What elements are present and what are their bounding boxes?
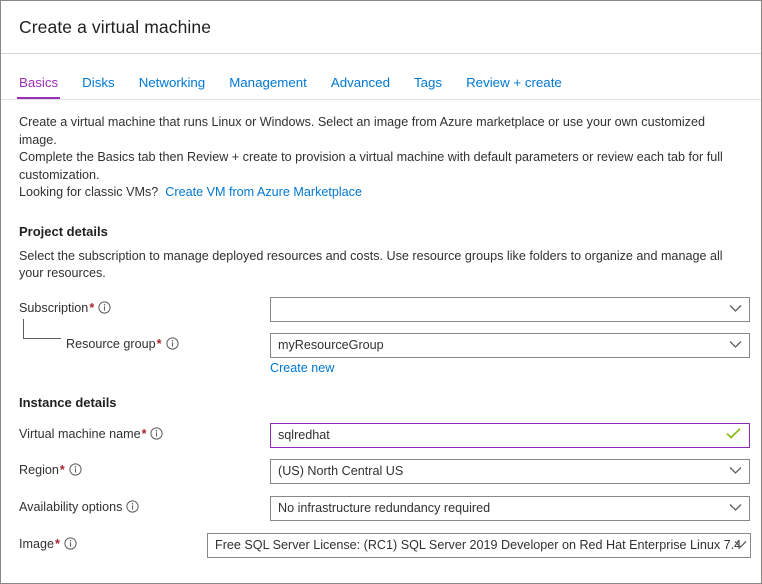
image-value: Free SQL Server License: (RC1) SQL Serve… (215, 538, 742, 552)
subscription-label: Subscription* (19, 297, 270, 317)
subscription-required-asterisk: * (89, 300, 95, 315)
image-control: Free SQL Server License: (RC1) SQL Serve… (207, 532, 751, 558)
subscription-row: Subscription* (19, 296, 750, 323)
classic-vm-question: Looking for classic VMs? (19, 185, 159, 199)
resource-group-required-asterisk: * (156, 336, 162, 351)
image-dropdown[interactable]: Free SQL Server License: (RC1) SQL Serve… (207, 532, 751, 558)
vm-name-row: Virtual machine name* sqlredhat (19, 422, 750, 449)
image-required-asterisk: * (55, 536, 60, 551)
project-details-title: Project details (19, 223, 108, 239)
availability-options-value: No infrastructure redundancy required (278, 501, 491, 515)
image-label-text: Image (19, 536, 55, 551)
availability-options-label: Availability options (19, 496, 270, 516)
info-icon[interactable] (126, 499, 139, 516)
create-vm-marketplace-link[interactable]: Create VM from Azure Marketplace (165, 185, 362, 199)
region-dropdown[interactable]: (US) North Central US (270, 458, 750, 484)
resource-group-dropdown[interactable]: myResourceGroup (270, 332, 750, 358)
nesting-connector (23, 318, 61, 339)
availability-options-label-text: Availability options (19, 499, 123, 514)
image-label: Image* (19, 533, 207, 553)
subscription-label-text: Subscription (19, 300, 89, 315)
blade-header: Create a virtual machine (1, 1, 761, 54)
tab-disks[interactable]: Disks (82, 75, 115, 99)
tab-advanced[interactable]: Advanced (331, 75, 390, 99)
tab-tags[interactable]: Tags (414, 75, 442, 99)
info-icon[interactable] (98, 300, 111, 317)
chevron-down-icon (729, 338, 742, 352)
vm-name-label-text: Virtual machine name (19, 426, 141, 441)
intro-line-3: Looking for classic VMs? Create VM from … (19, 184, 731, 202)
region-value: (US) North Central US (278, 464, 404, 478)
subscription-control (270, 296, 750, 322)
project-details-description: Select the subscription to manage deploy… (19, 248, 723, 281)
tab-review-create[interactable]: Review + create (466, 75, 562, 99)
vm-name-control: sqlredhat (270, 422, 750, 448)
region-label: Region* (19, 459, 270, 479)
intro-text: Create a virtual machine that runs Linux… (19, 114, 731, 202)
chevron-down-icon (729, 464, 742, 478)
page-title: Create a virtual machine (19, 16, 212, 37)
tab-bar: Basics Disks Networking Management Advan… (1, 54, 761, 100)
resource-group-row: Resource group* myResourceGroup Create n… (19, 318, 750, 377)
availability-options-row: Availability options No infrastructure r… (19, 495, 750, 522)
instance-details-form: Virtual machine name* sqlredhat Region* … (19, 422, 751, 559)
create-new-resource-group-link[interactable]: Create new (270, 361, 334, 375)
region-required-asterisk: * (59, 462, 65, 477)
valid-check-icon (726, 428, 741, 443)
region-label-text: Region (19, 462, 59, 477)
info-icon[interactable] (165, 336, 179, 353)
resource-group-label-text: Resource group (66, 336, 156, 351)
info-icon[interactable] (69, 462, 82, 479)
resource-group-value: myResourceGroup (278, 338, 384, 352)
subscription-dropdown[interactable] (270, 296, 750, 322)
blade-content: Create a virtual machine that runs Linux… (1, 100, 761, 559)
create-vm-blade: Create a virtual machine Basics Disks Ne… (0, 0, 762, 584)
vm-name-required-asterisk: * (141, 426, 147, 441)
vm-name-label: Virtual machine name* (19, 423, 270, 443)
chevron-down-icon (729, 501, 742, 515)
tab-networking[interactable]: Networking (139, 75, 206, 99)
region-row: Region* (US) North Central US (19, 458, 750, 485)
tab-management[interactable]: Management (229, 75, 307, 99)
resource-group-control: myResourceGroup Create new (270, 332, 750, 377)
image-row: Image* Free SQL Server License: (RC1) SQ… (19, 532, 751, 559)
info-icon[interactable] (150, 426, 164, 443)
instance-details-title: Instance details (19, 394, 117, 410)
region-control: (US) North Central US (270, 458, 750, 484)
chevron-down-icon (729, 302, 742, 316)
availability-options-dropdown[interactable]: No infrastructure redundancy required (270, 495, 750, 521)
tab-basics[interactable]: Basics (16, 75, 61, 99)
resource-group-label: Resource group* (19, 318, 270, 353)
availability-options-control: No infrastructure redundancy required (270, 495, 750, 521)
project-details-form: Subscription* Resource group* myResource… (19, 296, 750, 377)
intro-line-1: Create a virtual machine that runs Linux… (19, 115, 705, 147)
vm-name-input[interactable]: sqlredhat (270, 422, 750, 448)
vm-name-value: sqlredhat (278, 428, 330, 442)
intro-line-2: Complete the Basics tab then Review + cr… (19, 150, 723, 182)
info-icon[interactable] (64, 536, 77, 553)
